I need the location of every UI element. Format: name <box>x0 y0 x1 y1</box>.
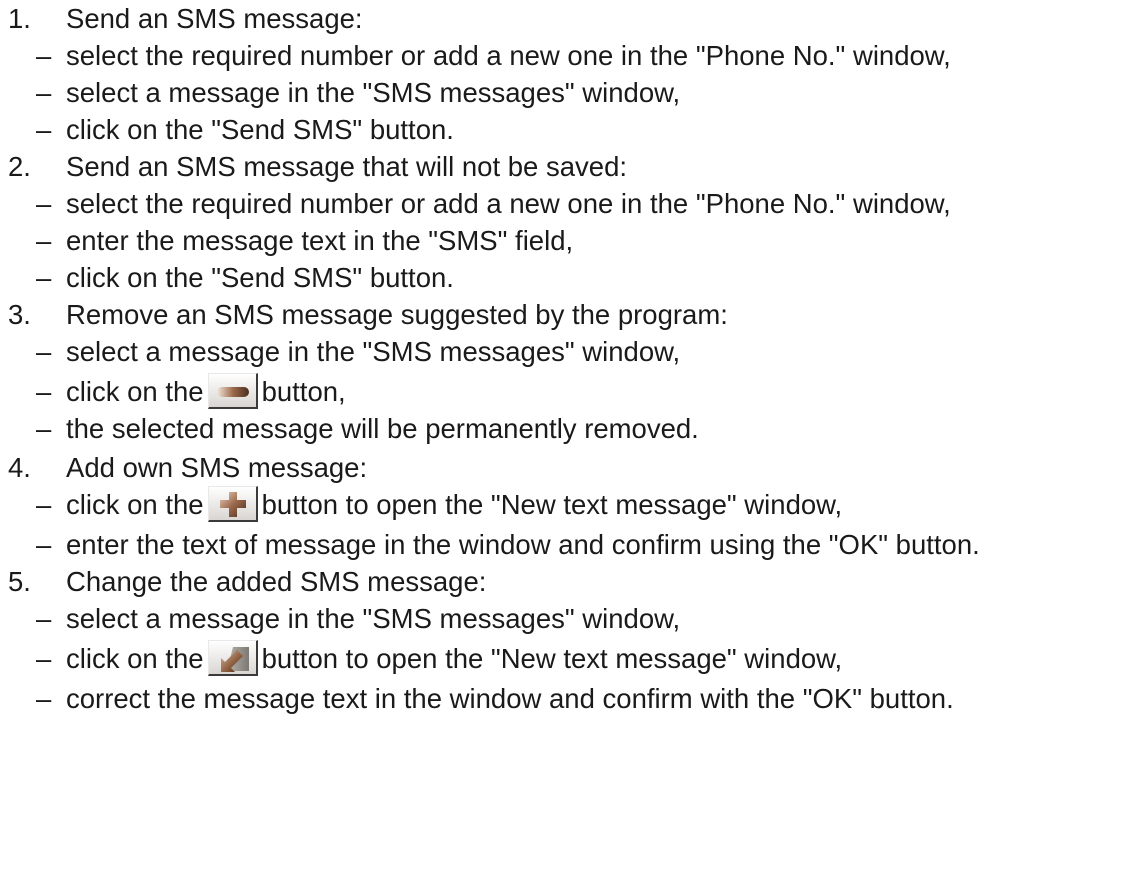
substep-dash: – <box>36 262 52 293</box>
substep-text-before: select a message in the "SMS messages" w… <box>66 77 681 108</box>
substep-dash: – <box>36 376 52 407</box>
substep-text: select a message in the "SMS messages" w… <box>66 333 680 370</box>
substep-text: click on the "Send SMS" button. <box>66 111 454 148</box>
substep-dash: – <box>36 529 52 560</box>
plus-button-image <box>207 485 258 522</box>
step-title: Remove an SMS message suggested by the p… <box>66 299 728 330</box>
substep-text: click on the button, <box>66 372 346 412</box>
substep-text-after: button to open the "New text message" wi… <box>261 643 843 674</box>
substep-text-before: select the required number or add a new … <box>66 188 951 219</box>
substep-text: click on the button to open the "New text… <box>66 639 843 679</box>
substep-dash: – <box>36 336 52 367</box>
step-number: 3. <box>8 299 31 330</box>
substep-text: select the required number or add a new … <box>66 185 951 222</box>
substep-dash: – <box>36 489 52 520</box>
substep-text-before: enter the message text in the "SMS" fiel… <box>66 225 574 256</box>
substep-text-before: correct the message text in the window a… <box>66 683 954 714</box>
step-number: 5. <box>8 566 31 597</box>
step-number: 1. <box>8 3 31 34</box>
substep-text: the selected message will be permanently… <box>66 410 699 447</box>
step-number: 4. <box>8 452 31 483</box>
minus-button-image <box>207 372 258 409</box>
substep-text-before: click on the <box>66 643 204 674</box>
substep-text: enter the message text in the "SMS" fiel… <box>66 222 573 259</box>
substep-text: select the required number or add a new … <box>66 37 951 74</box>
substep-dash: – <box>36 643 52 674</box>
substep-dash: – <box>36 225 52 256</box>
substep-text: enter the text of message in the window … <box>66 526 980 563</box>
substep-dash: – <box>36 603 52 634</box>
substep-text-before: select a message in the "SMS messages" w… <box>66 603 681 634</box>
substep-text-before: the selected message will be permanently… <box>66 413 699 444</box>
substep-text-before: click on the "Send SMS" button. <box>66 114 454 145</box>
substep-dash: – <box>36 40 52 71</box>
substep-dash: – <box>36 683 52 714</box>
substep-text-before: click on the "Send SMS" button. <box>66 262 454 293</box>
substep-text: select a message in the "SMS messages" w… <box>66 74 680 111</box>
substep-text-before: select a message in the "SMS messages" w… <box>66 336 681 367</box>
substep-text-before: click on the <box>66 376 204 407</box>
substep-dash: – <box>36 188 52 219</box>
edit-arrow-button-image <box>207 639 258 676</box>
substep-text-after: button, <box>261 376 346 407</box>
step-number: 2. <box>8 151 31 182</box>
substep-text-before: enter the text of message in the window … <box>66 529 980 560</box>
step-title: Send an SMS message: <box>66 3 363 34</box>
substep-text: correct the message text in the window a… <box>66 680 954 717</box>
step-title: Send an SMS message that will not be sav… <box>66 151 628 182</box>
substep-text-before: click on the <box>66 489 204 520</box>
substep-text: click on the button to open the "New text… <box>66 485 843 525</box>
substep-text-after: button to open the "New text message" wi… <box>261 489 843 520</box>
step-title: Add own SMS message: <box>66 452 368 483</box>
substep-text-before: select the required number or add a new … <box>66 40 951 71</box>
substep-dash: – <box>36 77 52 108</box>
substep-text: select a message in the "SMS messages" w… <box>66 600 680 637</box>
step-title: Change the added SMS message: <box>66 566 487 597</box>
substep-text: click on the "Send SMS" button. <box>66 259 454 296</box>
substep-dash: – <box>36 413 52 444</box>
substep-dash: – <box>36 114 52 145</box>
